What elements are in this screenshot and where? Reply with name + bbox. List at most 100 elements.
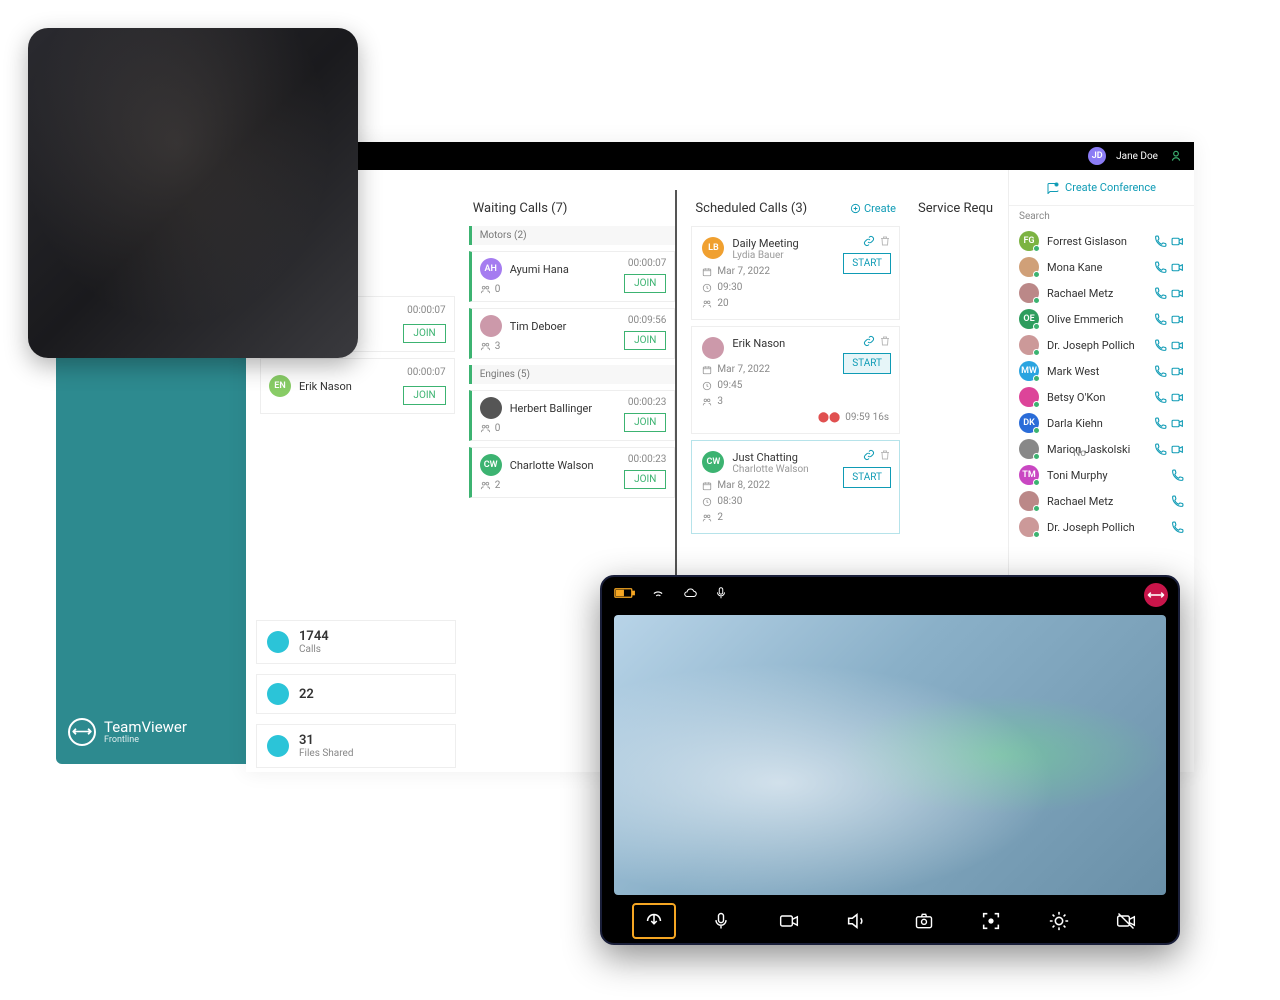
contact-row[interactable]: Dr. Joseph Pollich — [1011, 332, 1192, 358]
start-button[interactable]: START — [843, 467, 891, 488]
stat-label: Calls — [299, 644, 329, 655]
video-call-icon[interactable] — [1171, 339, 1184, 352]
copy-link-icon[interactable] — [863, 449, 875, 461]
stat-value: 1744 — [299, 629, 329, 644]
col-title: Service Requ — [918, 201, 993, 216]
scheduled-avatar: CW — [702, 451, 724, 473]
video-call-icon[interactable] — [1171, 261, 1184, 274]
create-conference-button[interactable]: Create Conference — [1009, 170, 1194, 206]
user-avatar[interactable]: JD — [1088, 147, 1106, 165]
snapshot-button[interactable] — [902, 903, 946, 939]
scheduled-avatar: LB — [702, 237, 724, 259]
scheduled-card[interactable]: Erik NasonSTART Mar 7, 2022 09:45 3⬤⬤ 09… — [691, 326, 900, 434]
call-duration: 00:00:23 — [628, 397, 667, 408]
search-label[interactable]: Search — [1009, 206, 1194, 228]
no-label: No — [1073, 448, 1086, 459]
call-card[interactable]: CWCharlotte Walson00:00:23 2JOIN — [469, 447, 676, 498]
caller-avatar: AH — [480, 258, 502, 280]
pointer-button[interactable] — [632, 903, 676, 939]
scheduled-organizer: Charlotte Walson — [732, 464, 808, 475]
copy-link-icon[interactable] — [863, 235, 875, 247]
battery-icon — [614, 586, 636, 600]
scheduled-last: 09:59 16s — [845, 412, 889, 423]
contact-row[interactable]: Rachael Metz — [1011, 488, 1192, 514]
start-button[interactable]: START — [843, 353, 891, 374]
join-button[interactable]: JOIN — [403, 324, 445, 343]
brightness-button[interactable] — [1037, 903, 1081, 939]
call-icon[interactable] — [1154, 313, 1167, 326]
contact-row[interactable]: TMToni Murphy — [1011, 462, 1192, 488]
contact-row[interactable]: Rachael Metz — [1011, 280, 1192, 306]
fullscreen-button[interactable] — [969, 903, 1013, 939]
call-icon[interactable] — [1154, 417, 1167, 430]
scheduled-card[interactable]: LBDaily MeetingLydia BauerSTART Mar 7, 2… — [691, 226, 900, 320]
call-icon[interactable] — [1171, 469, 1184, 482]
call-icon[interactable] — [1154, 235, 1167, 248]
call-icon[interactable] — [1154, 365, 1167, 378]
contact-row[interactable]: Dr. Joseph Pollich — [1011, 514, 1192, 540]
stat-card: 31Files Shared — [256, 724, 456, 768]
start-button[interactable]: START — [843, 253, 891, 274]
video-call-icon[interactable] — [1171, 417, 1184, 430]
scheduled-people: 3 — [702, 396, 889, 407]
group-header: Engines (5) — [469, 365, 676, 384]
camera-button[interactable] — [767, 903, 811, 939]
contact-avatar: MW — [1019, 361, 1039, 381]
caller-name: Tim Deboer — [510, 320, 567, 333]
video-call-icon[interactable] — [1171, 391, 1184, 404]
contact-row[interactable]: FGForrest Gislason — [1011, 228, 1192, 254]
presence-icon[interactable] — [1168, 148, 1184, 164]
join-button[interactable]: JOIN — [624, 331, 666, 350]
join-button[interactable]: JOIN — [624, 274, 666, 293]
delete-icon[interactable] — [879, 235, 891, 247]
col-title: Waiting Calls (7) — [473, 201, 568, 216]
create-button[interactable]: Create — [850, 202, 896, 215]
join-button[interactable]: JOIN — [403, 386, 445, 405]
video-call-icon[interactable] — [1171, 287, 1184, 300]
scheduled-title: Daily Meeting — [732, 237, 798, 250]
scheduled-card[interactable]: CWJust ChattingCharlotte WalsonSTART Mar… — [691, 440, 900, 534]
call-card[interactable]: Tim Deboer00:09:56 3JOIN — [469, 308, 676, 359]
contact-name: Betsy O'Kon — [1047, 391, 1146, 404]
join-button[interactable]: JOIN — [624, 413, 666, 432]
call-card[interactable]: EN Erik Nason 00:00:07 JOIN — [260, 358, 455, 414]
video-call-icon[interactable] — [1171, 235, 1184, 248]
call-icon[interactable] — [1171, 521, 1184, 534]
stat-card: 1744Calls — [256, 620, 456, 664]
scheduled-time: 09:30 — [702, 282, 889, 293]
contact-row[interactable]: OEOlive Emmerich — [1011, 306, 1192, 332]
contact-row[interactable]: MWMark West — [1011, 358, 1192, 384]
contact-row[interactable]: DKDarla Kiehn — [1011, 410, 1192, 436]
contact-row[interactable]: Betsy O'Kon — [1011, 384, 1192, 410]
device-controls — [602, 899, 1178, 943]
join-button[interactable]: JOIN — [624, 470, 666, 489]
call-card[interactable]: Herbert Ballinger00:00:23 0JOIN — [469, 390, 676, 441]
mic-button[interactable] — [699, 903, 743, 939]
stat-value: 31 — [299, 733, 353, 748]
contact-row[interactable]: Mona Kane — [1011, 254, 1192, 280]
contact-row[interactable]: Marion Jaskolski — [1011, 436, 1192, 462]
video-call-icon[interactable] — [1171, 443, 1184, 456]
video-off-button[interactable] — [1104, 903, 1148, 939]
copy-link-icon[interactable] — [863, 335, 875, 347]
video-call-icon[interactable] — [1171, 313, 1184, 326]
call-duration: 00:00:07 — [628, 258, 667, 269]
call-icon[interactable] — [1154, 339, 1167, 352]
call-icon[interactable] — [1154, 261, 1167, 274]
brand-subtitle: Frontline — [104, 735, 187, 745]
call-icon[interactable] — [1154, 287, 1167, 300]
call-icon[interactable] — [1154, 391, 1167, 404]
video-call-icon[interactable] — [1171, 365, 1184, 378]
delete-icon[interactable] — [879, 335, 891, 347]
stat-card: 22 — [256, 674, 456, 714]
speaker-button[interactable] — [834, 903, 878, 939]
device-statusbar — [602, 577, 1178, 609]
call-card[interactable]: AHAyumi Hana00:00:07 0JOIN — [469, 251, 676, 302]
contact-avatar: FG — [1019, 231, 1039, 251]
call-icon[interactable] — [1171, 495, 1184, 508]
stat-dot-icon — [267, 735, 289, 757]
call-icon[interactable] — [1154, 443, 1167, 456]
call-duration: 00:00:23 — [628, 454, 667, 465]
caller-avatar: EN — [269, 375, 291, 397]
delete-icon[interactable] — [879, 449, 891, 461]
